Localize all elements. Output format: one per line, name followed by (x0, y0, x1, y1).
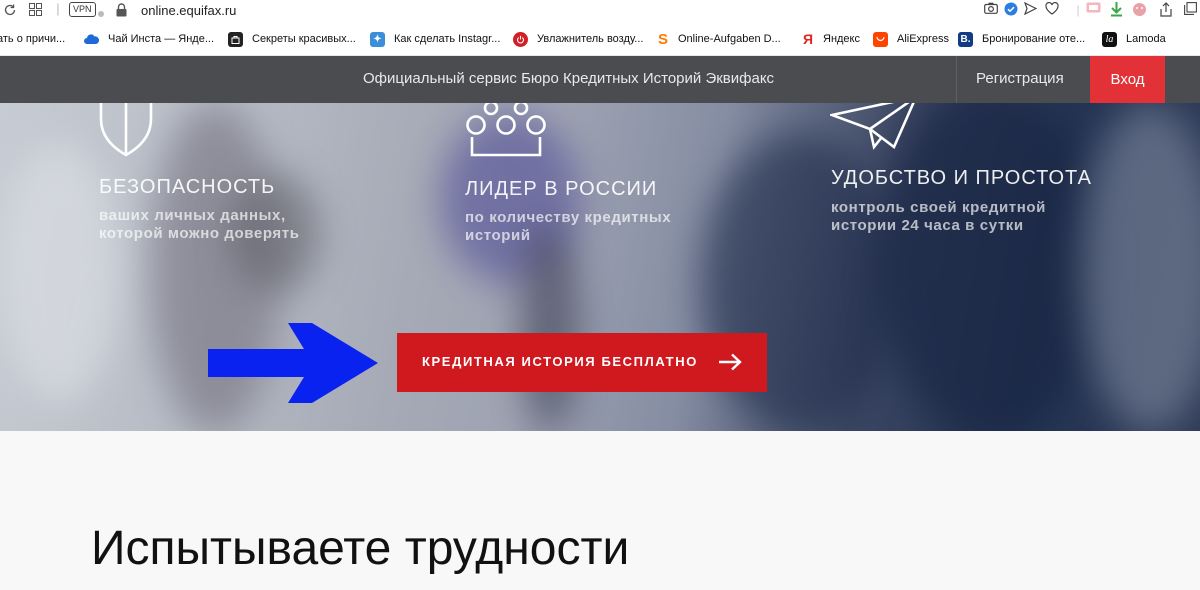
verified-shield-icon[interactable] (1003, 2, 1019, 18)
bookmark-item[interactable]: ✦ Как сделать Instagr... (370, 30, 500, 48)
divider-icon: | (1076, 3, 1080, 17)
cta-label: КРЕДИТНАЯ ИСТОРИЯ БЕСПЛАТНО (422, 354, 698, 369)
power-icon (513, 31, 528, 47)
site-tagline: Официальный сервис Бюро Кредитных Истори… (363, 70, 775, 87)
vpn-badge[interactable]: VPN (69, 2, 96, 17)
cloud-icon (84, 32, 99, 47)
bookmark-label: Lamoda (1126, 33, 1166, 45)
feature-title: ЛИДЕР В РОССИИ (465, 178, 658, 200)
feature-title: БЕЗОПАСНОСТЬ (99, 176, 276, 198)
extension-screen-icon[interactable] (1085, 2, 1101, 18)
reload-icon[interactable] (2, 3, 18, 19)
bookmark-item[interactable]: AliExpress (873, 30, 949, 48)
send-icon[interactable] (1022, 1, 1038, 18)
crown-icon (466, 103, 546, 157)
tabs-grid-icon[interactable] (27, 3, 43, 19)
bookmark-label: Чай Инста — Янде... (108, 33, 214, 45)
feature-subtitle-line: по количеству кредитных (465, 209, 672, 226)
feature-subtitle-line: которой можно доверять (99, 225, 300, 242)
feature-title: УДОБСТВО И ПРОСТОТА (831, 167, 1092, 189)
feature-subtitle: контроль своей кредитной истории 24 часа… (831, 199, 1131, 235)
site-header: Официальный сервис Бюро Кредитных Истори… (0, 56, 1200, 103)
hero-background-figure (1080, 103, 1200, 431)
feature-subtitle-line: истории 24 часа в сутки (831, 217, 1024, 234)
download-icon[interactable] (1108, 2, 1124, 18)
bookmark-item[interactable]: Увлажнитель возду... (513, 30, 643, 48)
bookmark-label: Бронирование оте... (982, 33, 1086, 45)
hero-background-figure (520, 223, 580, 431)
bookmark-label: Online-Aufgaben D... (678, 33, 781, 45)
feature-subtitle-line: контроль своей кредитной (831, 199, 1046, 216)
feature-subtitle: по количеству кредитных историй (465, 209, 765, 245)
wand-icon: ✦ (370, 31, 385, 47)
free-credit-history-button[interactable]: КРЕДИТНАЯ ИСТОРИЯ БЕСПЛАТНО (397, 333, 767, 392)
shield-icon (99, 103, 153, 157)
bag-icon (228, 31, 243, 47)
section-headline: Испытываете трудности (91, 522, 630, 575)
bookmark-item[interactable]: B. Бронирование оте... (958, 30, 1085, 48)
hero-banner: БЕЗОПАСНОСТЬ ваших личных данных, которо… (0, 103, 1200, 431)
bookmark-label: Увлажнитель возду... (537, 33, 644, 45)
paper-plane-icon (830, 103, 915, 150)
register-link[interactable]: Регистрация (976, 70, 1064, 87)
bookmark-label: Яндекс (823, 33, 860, 45)
divider-icon: | (56, 1, 60, 16)
lock-icon (116, 3, 127, 17)
aliexpress-icon (873, 31, 888, 47)
annotation-arrow-icon (208, 323, 378, 403)
bookmark-item[interactable]: Чай Инста — Янде... (84, 30, 214, 48)
arrow-right-icon (719, 353, 742, 371)
browser-address-bar: | VPN online.equifax.ru | (0, 0, 1200, 22)
hero-background-figure (880, 103, 1100, 431)
bookmark-item[interactable]: Я Яндекс (802, 30, 860, 48)
camera-icon[interactable] (983, 2, 999, 18)
bookmark-item[interactable]: S Online-Aufgaben D... (657, 30, 781, 48)
bookmark-label: Как сделать Instagr... (394, 33, 501, 45)
nav-divider (956, 56, 957, 103)
tabs-overview-icon[interactable] (1182, 2, 1198, 18)
feature-subtitle-line: ваших личных данных, (99, 207, 286, 224)
lamoda-icon: la (1102, 31, 1117, 47)
bookmark-item[interactable]: ать о причи... (0, 30, 65, 48)
login-button[interactable]: Вход (1090, 56, 1165, 103)
bookmark-item[interactable]: la Lamoda (1102, 30, 1166, 48)
status-dot-icon (96, 5, 106, 17)
booking-icon: B. (958, 31, 973, 47)
extension-face-icon[interactable] (1131, 2, 1147, 18)
feature-subtitle: ваших личных данных, которой можно довер… (99, 207, 399, 243)
feature-subtitle-line: историй (465, 227, 531, 244)
share-icon[interactable] (1158, 2, 1174, 18)
bookmark-label: ать о причи... (0, 33, 66, 45)
bookmarks-bar: ать о причи... Чай Инста — Янде... Секре… (0, 22, 1200, 56)
s-icon: S (657, 30, 668, 48)
content-section: Испытываете трудности (0, 431, 1200, 590)
bookmark-label: AliExpress (897, 33, 949, 45)
heart-icon[interactable] (1044, 1, 1060, 18)
url-field[interactable]: online.equifax.ru (141, 3, 236, 18)
bookmark-label: Секреты красивых... (252, 33, 356, 45)
yandex-icon: Я (802, 31, 814, 47)
bookmark-item[interactable]: Секреты красивых... (228, 30, 356, 48)
